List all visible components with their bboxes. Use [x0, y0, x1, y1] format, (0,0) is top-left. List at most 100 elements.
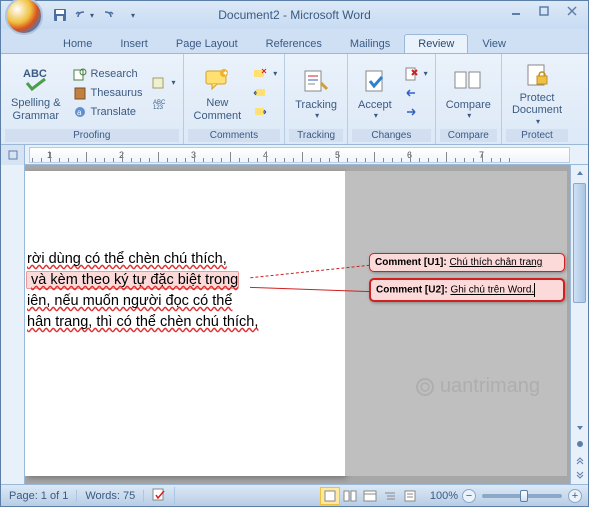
- protect-document-button[interactable]: Protect Document ▾: [506, 58, 568, 128]
- draft-view-button[interactable]: [400, 487, 420, 505]
- zoom-in-button[interactable]: +: [568, 489, 582, 503]
- tab-view[interactable]: View: [468, 34, 520, 53]
- close-button[interactable]: [558, 1, 586, 21]
- zoom-out-button[interactable]: −: [462, 489, 476, 503]
- vertical-ruler[interactable]: [1, 165, 25, 484]
- vertical-scrollbar[interactable]: [570, 165, 588, 484]
- next-comment-button[interactable]: [249, 103, 280, 121]
- window-title: Document2 - Microsoft Word: [218, 8, 371, 22]
- reject-icon: [403, 66, 419, 82]
- tab-references[interactable]: References: [252, 34, 336, 53]
- group-changes: Accept ▾ ▾ Changes: [348, 54, 436, 144]
- ruler-toggle-button[interactable]: [1, 145, 25, 165]
- outline-view-button[interactable]: [380, 487, 400, 505]
- new-comment-icon: ✦: [201, 63, 233, 95]
- horizontal-ruler[interactable]: 1234567: [29, 147, 570, 163]
- chevron-down-icon: ▾: [467, 111, 471, 120]
- proofing-status[interactable]: [144, 487, 175, 504]
- accept-icon: [359, 65, 391, 97]
- print-layout-view-button[interactable]: [320, 487, 340, 505]
- scrollbar-thumb[interactable]: [573, 183, 586, 303]
- prev-comment-button[interactable]: [249, 84, 280, 102]
- comment-balloon[interactable]: Comment [U2]: Ghi chú trên Word.: [369, 278, 565, 302]
- svg-text:123: 123: [153, 105, 164, 110]
- undo-button[interactable]: ▾: [73, 4, 95, 26]
- browse-object-button[interactable]: [571, 436, 588, 452]
- group-comments: ✦ New Comment ▾ Comments: [184, 54, 286, 144]
- ribbon-tabs: Home Insert Page Layout References Maili…: [1, 29, 588, 53]
- next-change-button[interactable]: [400, 103, 431, 121]
- accept-button[interactable]: Accept ▾: [352, 58, 398, 128]
- tab-insert[interactable]: Insert: [106, 34, 162, 53]
- scroll-down-button[interactable]: [571, 420, 588, 436]
- zoom-level[interactable]: 100%: [426, 490, 462, 502]
- prev-change-button[interactable]: [400, 84, 431, 102]
- next-change-icon: [403, 104, 419, 120]
- word-count-status[interactable]: Words: 75: [77, 490, 144, 502]
- chevron-down-icon: ▾: [374, 111, 378, 120]
- page-status[interactable]: Page: 1 of 1: [1, 490, 77, 502]
- tab-page-layout[interactable]: Page Layout: [162, 34, 252, 53]
- maximize-button[interactable]: [530, 1, 558, 21]
- document-area: rời dùng có thể chèn chú thích, và kèm t…: [1, 165, 588, 484]
- group-label-tracking: Tracking: [289, 129, 343, 142]
- svg-text:✦: ✦: [222, 69, 229, 78]
- page[interactable]: rời dùng có thể chèn chú thích, và kèm t…: [25, 171, 345, 476]
- group-label-changes: Changes: [352, 129, 431, 142]
- document-text[interactable]: rời dùng có thể chèn chú thích, và kèm t…: [27, 249, 258, 333]
- translate-button[interactable]: aTranslate: [69, 103, 146, 121]
- spelling-label: Spelling & Grammar: [11, 97, 61, 121]
- thesaurus-icon: [72, 85, 88, 101]
- research-button[interactable]: Research: [69, 65, 146, 83]
- zoom-slider-thumb[interactable]: [520, 490, 528, 502]
- delete-comment-button[interactable]: ▾: [249, 65, 280, 83]
- tab-home[interactable]: Home: [49, 34, 106, 53]
- tab-mailings[interactable]: Mailings: [336, 34, 404, 53]
- ruler-row: 1234567: [1, 145, 588, 165]
- protect-icon: [521, 60, 553, 91]
- reject-button[interactable]: ▾: [400, 65, 431, 83]
- scroll-up-button[interactable]: [571, 165, 588, 181]
- delete-comment-icon: [252, 66, 268, 82]
- thesaurus-button[interactable]: Thesaurus: [69, 84, 146, 102]
- set-language-icon: [151, 75, 167, 91]
- compare-icon: [452, 65, 484, 97]
- comment-pane: Comment [U1]: Chú thích chân trang Comme…: [345, 171, 567, 476]
- full-screen-reading-button[interactable]: [340, 487, 360, 505]
- word-count-icon: ABC123: [151, 95, 167, 111]
- comment-balloon[interactable]: Comment [U1]: Chú thích chân trang: [369, 253, 565, 272]
- group-tracking: Tracking ▾ Tracking: [285, 54, 348, 144]
- spelling-grammar-button[interactable]: ABC Spelling & Grammar: [5, 58, 67, 128]
- proofing-misc1-button[interactable]: ▾: [148, 74, 179, 92]
- new-comment-button[interactable]: ✦ New Comment: [188, 58, 248, 128]
- group-proofing: ABC Spelling & Grammar Research Thesauru…: [1, 54, 184, 144]
- title-bar: ▾ ▾ Document2 - Microsoft Word: [1, 1, 588, 29]
- proofing-misc2-button[interactable]: ABC123: [148, 94, 179, 112]
- group-label-protect: Protect: [506, 129, 568, 142]
- tracking-icon: [300, 65, 332, 97]
- zoom-slider[interactable]: [482, 494, 562, 498]
- group-label-comments: Comments: [188, 129, 281, 142]
- document-viewport[interactable]: rời dùng có thể chèn chú thích, và kèm t…: [25, 165, 588, 484]
- qat-customize-button[interactable]: ▾: [121, 4, 143, 26]
- app-window: ▾ ▾ Document2 - Microsoft Word Home Inse…: [0, 0, 589, 507]
- tracking-button[interactable]: Tracking ▾: [289, 58, 343, 128]
- prev-page-button[interactable]: [571, 452, 588, 468]
- prev-change-icon: [403, 85, 419, 101]
- minimize-button[interactable]: [502, 1, 530, 21]
- chevron-down-icon: ▾: [131, 11, 135, 20]
- next-page-button[interactable]: [571, 468, 588, 484]
- redo-button[interactable]: [97, 4, 119, 26]
- compare-button[interactable]: Compare ▾: [440, 58, 497, 128]
- tab-review[interactable]: Review: [404, 34, 468, 53]
- group-label-compare: Compare: [440, 129, 497, 142]
- group-compare: Compare ▾ Compare: [436, 54, 502, 144]
- save-button[interactable]: [49, 4, 71, 26]
- highlighted-range: và kèm theo ký tự đặc biệt trong: [27, 272, 238, 288]
- translate-icon: a: [72, 104, 88, 120]
- svg-text:ABC: ABC: [23, 68, 47, 80]
- chevron-down-icon: ▾: [90, 11, 94, 20]
- research-icon: [72, 66, 88, 82]
- web-layout-view-button[interactable]: [360, 487, 380, 505]
- group-protect: Protect Document ▾ Protect: [502, 54, 572, 144]
